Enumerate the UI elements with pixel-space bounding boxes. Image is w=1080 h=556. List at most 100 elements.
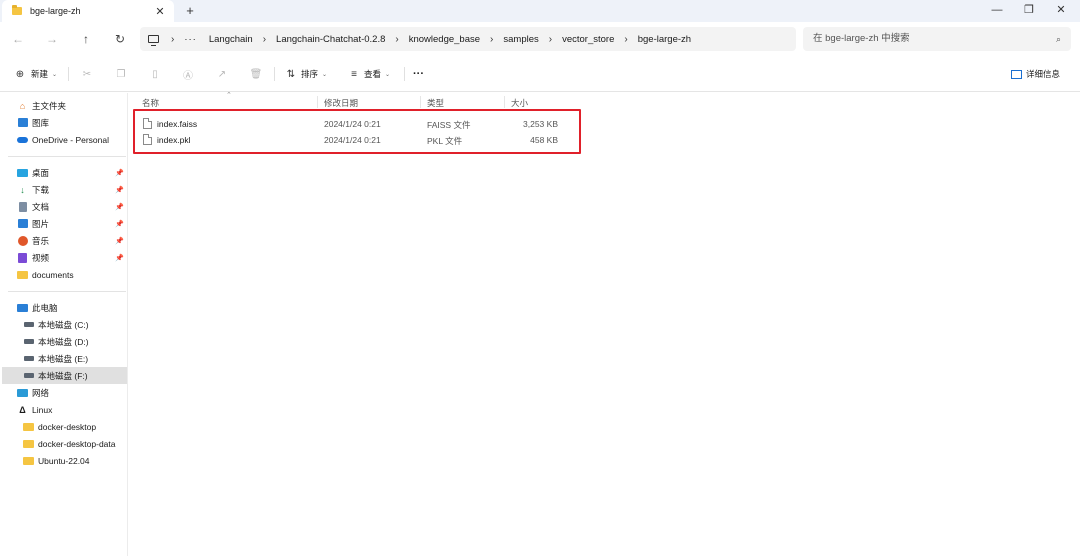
- drive-icon: [23, 320, 34, 330]
- new-label: 新建: [31, 69, 49, 79]
- divider: [274, 67, 275, 81]
- sort-button[interactable]: ⇅ 排序 ⌄: [284, 66, 327, 82]
- title-bar: bge-large-zh ✕ + — ❐ ✕: [0, 0, 1080, 22]
- column-divider[interactable]: [317, 96, 318, 108]
- rename-icon: Ⓐ: [183, 70, 193, 82]
- chevron-down-icon: ⌄: [52, 71, 58, 78]
- computer-icon: [17, 303, 28, 313]
- sidebar-item-pictures[interactable]: 图片 📌: [2, 215, 127, 232]
- drive-icon: [23, 354, 34, 364]
- sidebar-item-desktop[interactable]: 桌面 📌: [2, 164, 127, 181]
- maximize-button[interactable]: ❐: [1012, 0, 1046, 22]
- sidebar-item-label: 图片: [32, 218, 50, 229]
- delete-button[interactable]: 🗑: [249, 66, 263, 82]
- navigation-pane: ⌂ 主文件夹 图库 OneDrive - Personal 桌面 📌 ↓ 下载 …: [0, 93, 128, 556]
- pin-icon[interactable]: 📌: [115, 254, 124, 262]
- sidebar-item-downloads[interactable]: ↓ 下载 📌: [2, 181, 127, 198]
- share-button[interactable]: ↗: [215, 66, 229, 82]
- plus-circle-icon: ⊕: [15, 68, 25, 80]
- sidebar-item-label: docker-desktop: [38, 421, 97, 432]
- trash-icon: 🗑: [249, 68, 263, 80]
- sidebar-item-drive-c[interactable]: 本地磁盘 (C:): [2, 316, 127, 333]
- column-header-size[interactable]: 大小: [511, 97, 528, 109]
- breadcrumb-langchain[interactable]: Langchain: [209, 34, 253, 45]
- breadcrumb-vector-store[interactable]: vector_store: [562, 34, 614, 45]
- breadcrumb-samples[interactable]: samples: [503, 34, 538, 45]
- pin-icon[interactable]: 📌: [115, 186, 124, 194]
- tab-bge-large-zh[interactable]: bge-large-zh ✕: [2, 0, 174, 22]
- sidebar-item-label: 桌面: [32, 167, 50, 178]
- column-header-label: 名称: [142, 98, 160, 108]
- sidebar-item-label: 网络: [32, 387, 50, 398]
- up-arrow-icon[interactable]: ↑: [78, 31, 94, 47]
- command-bar: ⊕ 新建 ⌄ ✂ ❐ ▯ Ⓐ ↗ 🗑 ⇅ 排序 ⌄ ≡ 查看 ⌄ ··· 详细信…: [0, 56, 1080, 92]
- search-input[interactable]: 在 bge-large-zh 中搜索 ⌕: [803, 27, 1071, 51]
- back-arrow-icon[interactable]: ←: [10, 31, 26, 47]
- minimize-button[interactable]: —: [980, 0, 1014, 22]
- sidebar-item-drive-e[interactable]: 本地磁盘 (E:): [2, 350, 127, 367]
- column-header-name[interactable]: 名称: [142, 97, 159, 109]
- new-button[interactable]: ⊕ 新建 ⌄: [13, 66, 57, 82]
- pin-icon[interactable]: 📌: [115, 169, 124, 177]
- breadcrumb[interactable]: › ··· Langchain › Langchain-Chatchat-0.2…: [140, 27, 796, 51]
- pin-icon[interactable]: 📌: [115, 237, 124, 245]
- view-label: 查看: [364, 69, 382, 79]
- copy-button[interactable]: ❐: [114, 66, 128, 82]
- network-icon: [17, 388, 28, 398]
- sidebar-item-docker-desktop-data[interactable]: docker-desktop-data: [2, 435, 127, 452]
- cut-button[interactable]: ✂: [80, 66, 94, 82]
- sidebar-item-label: Linux: [32, 404, 53, 415]
- view-button[interactable]: ≡ 查看 ⌄: [347, 66, 390, 82]
- sidebar-item-onedrive[interactable]: OneDrive - Personal: [2, 131, 127, 148]
- details-pane-button[interactable]: 详细信息: [1011, 66, 1060, 82]
- pin-icon[interactable]: 📌: [115, 220, 124, 228]
- sidebar-item-drive-d[interactable]: 本地磁盘 (D:): [2, 333, 127, 350]
- sidebar-item-this-pc[interactable]: 此电脑: [2, 299, 127, 316]
- more-options-button[interactable]: ···: [413, 66, 424, 82]
- chevron-right-icon: ›: [171, 33, 175, 45]
- sidebar-item-drive-f[interactable]: 本地磁盘 (F:): [2, 367, 127, 384]
- column-divider[interactable]: [504, 96, 505, 108]
- sidebar-item-label: docker-desktop-data: [38, 438, 116, 449]
- sidebar-item-network[interactable]: 网络: [2, 384, 127, 401]
- rename-button[interactable]: Ⓐ: [181, 66, 195, 82]
- pin-icon[interactable]: 📌: [115, 203, 124, 211]
- column-header-label: 类型: [427, 98, 445, 108]
- details-pane-icon: [1011, 69, 1022, 79]
- home-icon: ⌂: [19, 100, 26, 111]
- folder-icon: [23, 439, 34, 449]
- sidebar-item-label: 此电脑: [32, 302, 58, 313]
- sidebar-item-gallery[interactable]: 图库: [2, 114, 127, 131]
- sidebar-item-documents-folder[interactable]: documents: [2, 266, 127, 283]
- sidebar-item-videos[interactable]: 视频 📌: [2, 249, 127, 266]
- tab-close-icon[interactable]: ✕: [152, 5, 168, 18]
- window-close-button[interactable]: ✕: [1044, 0, 1078, 22]
- chevron-right-icon: ›: [395, 33, 399, 45]
- gallery-icon: [17, 118, 28, 128]
- paste-button[interactable]: ▯: [148, 66, 162, 82]
- breadcrumb-knowledge-base[interactable]: knowledge_base: [409, 34, 480, 45]
- sidebar-item-label: OneDrive - Personal: [32, 134, 110, 145]
- forward-arrow-icon[interactable]: →: [44, 31, 60, 47]
- folder-icon: [12, 5, 22, 15]
- chevron-down-icon: ⌄: [385, 71, 391, 78]
- sidebar-item-label: 主文件夹: [32, 100, 67, 111]
- sidebar-item-linux[interactable]: Δ Linux: [2, 401, 127, 418]
- refresh-icon[interactable]: ↻: [112, 31, 128, 47]
- column-header-modified[interactable]: 修改日期: [324, 97, 358, 109]
- sidebar-item-ubuntu[interactable]: Ubuntu-22.04: [2, 452, 127, 469]
- column-header-type[interactable]: 类型: [427, 97, 444, 109]
- sidebar-item-documents[interactable]: 文档 📌: [2, 198, 127, 215]
- sidebar-item-label: 本地磁盘 (E:): [38, 353, 89, 364]
- sidebar-item-docker-desktop[interactable]: docker-desktop: [2, 418, 127, 435]
- new-tab-button[interactable]: +: [182, 3, 198, 19]
- column-divider[interactable]: [420, 96, 421, 108]
- breadcrumb-overflow[interactable]: ···: [184, 34, 197, 45]
- column-header-label: 修改日期: [324, 98, 359, 108]
- breadcrumb-langchain-chatchat[interactable]: Langchain-Chatchat-0.2.8: [276, 34, 385, 45]
- sidebar-item-home[interactable]: ⌂ 主文件夹: [2, 97, 127, 114]
- sidebar-item-music[interactable]: 音乐 📌: [2, 232, 127, 249]
- cloud-icon: [17, 135, 28, 145]
- music-icon: [17, 235, 28, 246]
- breadcrumb-bge-large-zh[interactable]: bge-large-zh: [638, 34, 691, 45]
